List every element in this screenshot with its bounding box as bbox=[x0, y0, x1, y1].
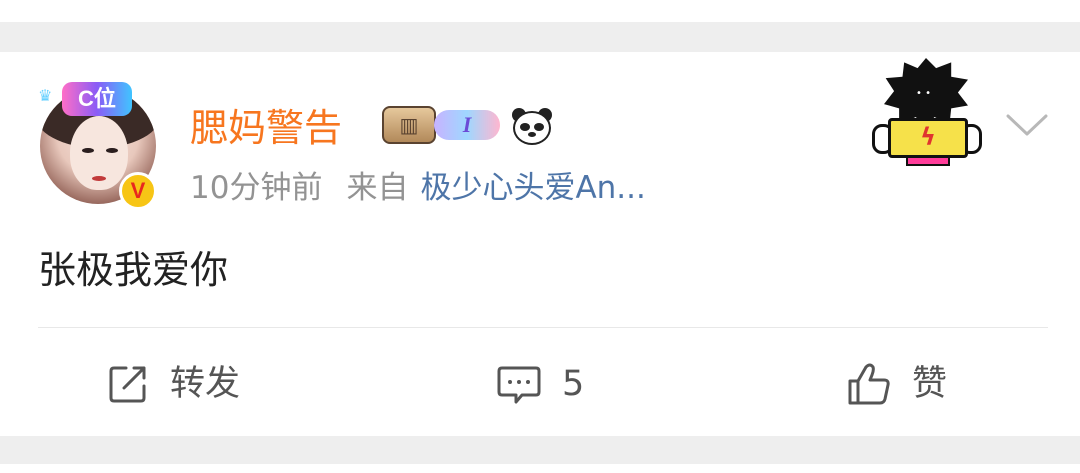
decoration-sticker-icon: • • ϟ bbox=[866, 58, 986, 168]
avatar-lips bbox=[92, 176, 106, 181]
crown-icon: ♛ bbox=[38, 86, 53, 105]
panda-eye-right bbox=[534, 123, 544, 131]
feed-separator-top bbox=[0, 0, 1080, 52]
verified-badge: V bbox=[119, 172, 157, 210]
share-icon bbox=[106, 362, 150, 406]
post-actions: 转发 5 赞 bbox=[0, 352, 1080, 416]
sticker-skirt bbox=[906, 156, 950, 166]
thumbs-up-icon bbox=[846, 361, 892, 407]
comment-button[interactable]: 5 bbox=[496, 352, 584, 416]
like-label: 赞 bbox=[912, 364, 948, 404]
like-button[interactable]: 赞 bbox=[846, 352, 947, 416]
comment-count: 5 bbox=[562, 364, 585, 404]
post-meta: 10分钟前 来自 极少心头爱An... bbox=[190, 168, 646, 208]
action-divider bbox=[38, 327, 1048, 328]
avatar-pendant: C位 bbox=[62, 82, 132, 116]
separator-bar bbox=[0, 22, 1080, 52]
comment-icon bbox=[496, 362, 542, 406]
panda-face bbox=[513, 111, 551, 145]
from-label: 来自 bbox=[346, 170, 409, 206]
avatar-eye-left bbox=[82, 148, 94, 153]
post-time: 10分钟前 bbox=[190, 170, 323, 206]
sticker-sign: ϟ bbox=[888, 118, 968, 158]
chevron-down-icon[interactable] bbox=[1004, 110, 1050, 140]
next-card-edge bbox=[0, 464, 1080, 473]
jacket-badge-icon[interactable]: ▥ bbox=[382, 106, 436, 144]
feed-separator-bottom bbox=[0, 436, 1080, 473]
author-name[interactable]: 腮妈警告 bbox=[190, 104, 342, 152]
avatar-eye-right bbox=[106, 148, 118, 153]
panda-nose bbox=[528, 132, 536, 137]
author-avatar[interactable]: ♛ C位 V bbox=[36, 80, 164, 210]
weibo-post-card[interactable]: ♛ C位 V 腮妈警告 ▥ I 10分钟前 来自 极少心头爱An... • • ϟ … bbox=[0, 52, 1080, 436]
panda-eye-left bbox=[520, 123, 530, 131]
sticker-eyes: • • bbox=[916, 88, 931, 99]
member-badge[interactable]: I bbox=[434, 110, 500, 140]
panda-icon[interactable] bbox=[510, 106, 554, 146]
post-source-link[interactable]: 极少心头爱An... bbox=[420, 170, 645, 206]
share-label: 转发 bbox=[170, 364, 241, 404]
post-text: 张极我爱你 bbox=[38, 248, 229, 292]
share-button[interactable]: 转发 bbox=[106, 352, 240, 416]
